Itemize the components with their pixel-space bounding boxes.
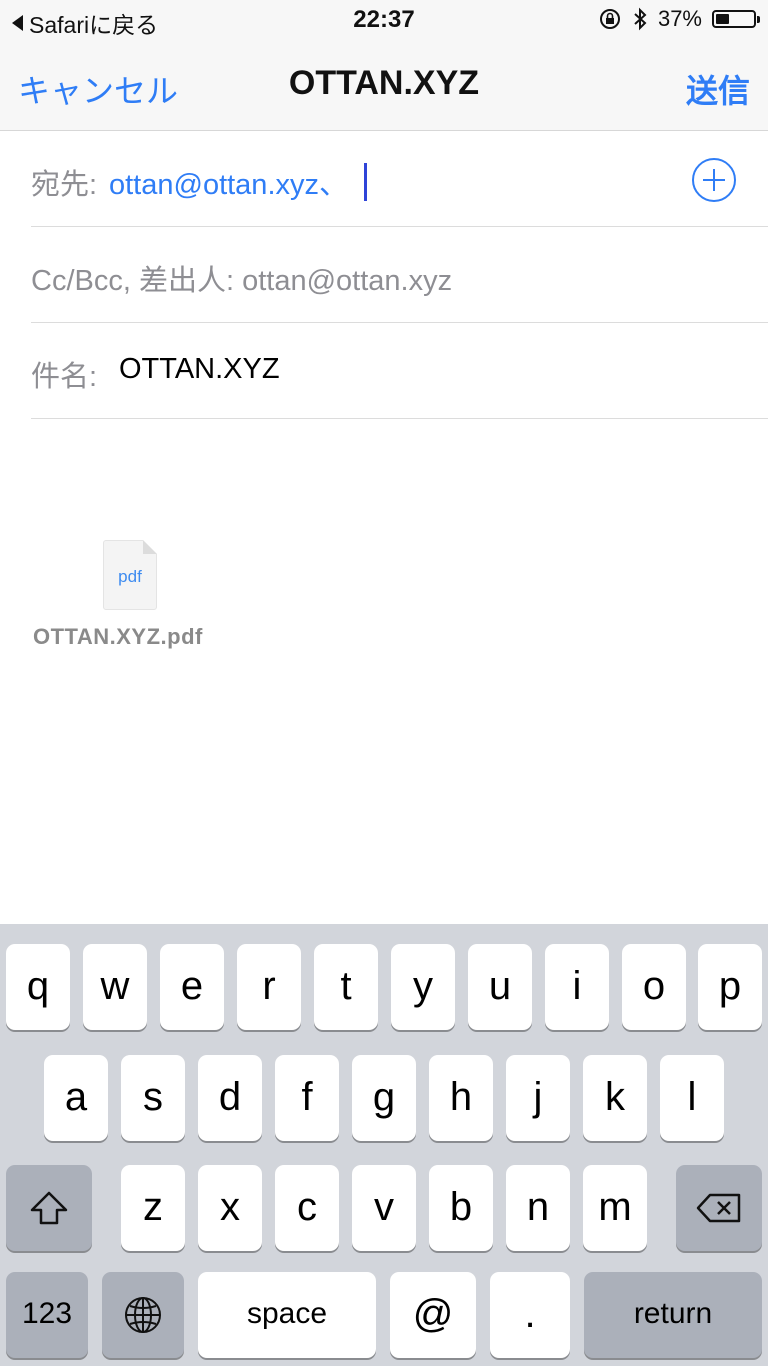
key-v[interactable]: v (352, 1165, 416, 1251)
key-label: space (246, 1297, 328, 1330)
key-label: j (533, 1075, 543, 1119)
key-label: f (301, 1075, 313, 1119)
pdf-file-icon: pdf (103, 540, 157, 610)
key-label: p (718, 964, 742, 1008)
key-label: h (449, 1075, 473, 1119)
dot-key[interactable]: . (490, 1272, 570, 1358)
at-key[interactable]: @ (390, 1272, 476, 1358)
status-indicators: 37% (598, 6, 760, 32)
shift-icon (30, 1191, 68, 1225)
key-z[interactable]: z (121, 1165, 185, 1251)
key-q[interactable]: q (6, 944, 70, 1030)
compose-nav-bar: キャンセル OTTAN.XYZ 送信 (0, 40, 768, 131)
key-label: r (262, 964, 276, 1008)
key-l[interactable]: l (660, 1055, 724, 1141)
key-label: . (524, 1292, 536, 1336)
key-label: a (64, 1075, 88, 1119)
key-a[interactable]: a (44, 1055, 108, 1141)
globe-icon (125, 1297, 161, 1333)
key-label: i (572, 964, 582, 1008)
key-label: q (26, 964, 50, 1008)
key-d[interactable]: d (198, 1055, 262, 1141)
key-label: v (374, 1185, 394, 1229)
attachment-file-name: OTTAN.XYZ.pdf (33, 624, 203, 649)
key-e[interactable]: e (160, 944, 224, 1030)
battery-fill (716, 14, 729, 24)
key-label: e (180, 964, 204, 1008)
key-label: g (372, 1075, 396, 1119)
globe-key[interactable] (102, 1272, 184, 1358)
key-i[interactable]: i (545, 944, 609, 1030)
key-g[interactable]: g (352, 1055, 416, 1141)
key-label: s (143, 1075, 163, 1119)
key-x[interactable]: x (198, 1165, 262, 1251)
key-label: @ (412, 1292, 454, 1336)
to-field[interactable]: 宛先: ottan@ottan.xyz、 (31, 131, 768, 227)
key-label: w (100, 964, 130, 1008)
key-u[interactable]: u (468, 944, 532, 1030)
subject-value[interactable]: OTTAN.XYZ (119, 353, 280, 386)
key-label: t (340, 964, 352, 1008)
cc-bcc-from-field[interactable]: Cc/Bcc, 差出人: ottan@ottan.xyz (31, 227, 768, 323)
key-label: d (218, 1075, 242, 1119)
key-f[interactable]: f (275, 1055, 339, 1141)
key-label: n (526, 1185, 550, 1229)
key-label: return (633, 1297, 713, 1330)
delete-key[interactable] (676, 1165, 762, 1251)
battery-icon (712, 10, 760, 28)
key-label: m (598, 1185, 632, 1229)
key-c[interactable]: c (275, 1165, 339, 1251)
keyboard: q w e r t y u i o p a s d f g h j k l z … (0, 924, 768, 1366)
key-label: c (297, 1185, 317, 1229)
text-cursor (364, 163, 367, 201)
key-k[interactable]: k (583, 1055, 647, 1141)
key-y[interactable]: y (391, 944, 455, 1030)
orientation-lock-icon (599, 9, 620, 29)
numbers-key[interactable]: 123 (6, 1272, 88, 1358)
key-label: l (687, 1075, 697, 1119)
key-j[interactable]: j (506, 1055, 570, 1141)
subject-field[interactable]: 件名: OTTAN.XYZ (31, 323, 768, 419)
key-t[interactable]: t (314, 944, 378, 1030)
key-p[interactable]: p (698, 944, 762, 1030)
space-key[interactable]: space (198, 1272, 376, 1358)
pdf-icon-label: pdf (118, 567, 142, 586)
to-label: 宛先: (31, 169, 98, 201)
bluetooth-icon (634, 7, 647, 31)
add-contact-plus-icon[interactable] (692, 158, 736, 202)
key-s[interactable]: s (121, 1055, 185, 1141)
cc-bcc-from-label: Cc/Bcc, 差出人: ottan@ottan.xyz (31, 265, 453, 297)
backspace-icon (696, 1193, 741, 1223)
status-bar: Safariに戻る 22:37 37% (0, 0, 768, 40)
key-n[interactable]: n (506, 1165, 570, 1251)
key-m[interactable]: m (583, 1165, 647, 1251)
key-label: y (413, 964, 433, 1008)
recipient-token[interactable]: ottan@ottan.xyz、 (109, 161, 348, 203)
battery-percent: 37% (657, 6, 702, 31)
key-label: b (449, 1185, 473, 1229)
shift-key[interactable] (6, 1165, 92, 1251)
send-button[interactable]: 送信 (686, 66, 750, 112)
key-label: k (605, 1075, 625, 1119)
return-key[interactable]: return (584, 1272, 762, 1358)
key-r[interactable]: r (237, 944, 301, 1030)
key-w[interactable]: w (83, 944, 147, 1030)
key-label: z (143, 1185, 163, 1229)
key-b[interactable]: b (429, 1165, 493, 1251)
key-label: x (220, 1185, 240, 1229)
key-label: o (642, 964, 666, 1008)
subject-label: 件名: (31, 361, 98, 393)
key-label: u (488, 964, 512, 1008)
key-label: 123 (21, 1297, 73, 1330)
cancel-button[interactable]: キャンセル (18, 66, 178, 112)
to-recipients[interactable]: ottan@ottan.xyz、 (109, 161, 367, 203)
key-h[interactable]: h (429, 1055, 493, 1141)
page-fold (143, 540, 157, 554)
key-o[interactable]: o (622, 944, 686, 1030)
